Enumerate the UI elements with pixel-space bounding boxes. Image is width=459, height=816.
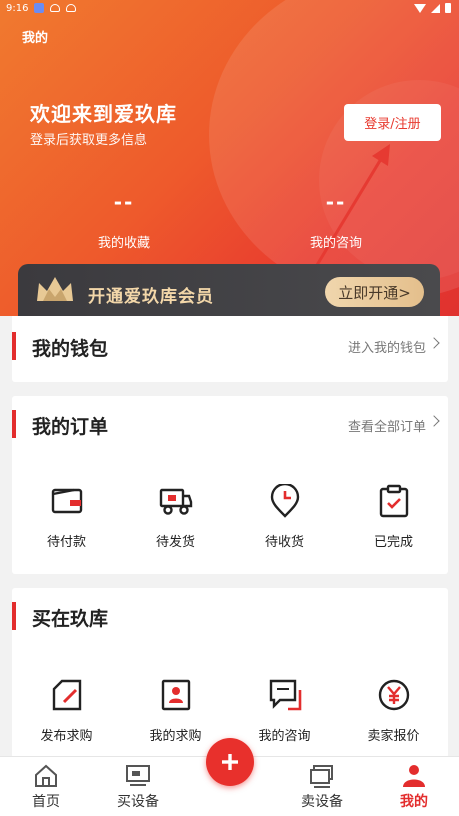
welcome-title: 欢迎来到爱玖库 — [30, 102, 177, 126]
chat-icon — [269, 679, 301, 711]
section-marker — [12, 332, 16, 360]
order-pending-payment[interactable]: 待付款 — [12, 484, 121, 550]
clock-pin-icon — [270, 484, 299, 518]
login-register-button[interactable]: 登录/注册 — [344, 104, 441, 141]
cloud-icon — [66, 4, 76, 12]
section-marker — [12, 410, 16, 438]
yuan-icon — [378, 679, 409, 711]
status-bar: 9:16 — [0, 0, 459, 18]
orders-title: 我的订单 — [32, 416, 109, 438]
order-pending-receipt[interactable]: 待收货 — [230, 484, 339, 550]
app-notification-icon — [34, 3, 44, 13]
add-button[interactable] — [206, 738, 254, 786]
orders-card: 我的订单 查看全部订单 待付款 待发货 待收货 已完成 — [12, 396, 448, 574]
wallet-card: 我的钱包 进入我的钱包 — [12, 316, 448, 382]
nav-buy-equipment[interactable]: 买设备 — [98, 763, 178, 811]
crown-icon — [37, 277, 73, 301]
buy-section-card: 买在玖库 发布求购 我的求购 我的咨询 卖家报价 — [12, 588, 448, 758]
home-icon — [35, 764, 57, 787]
nav-home[interactable]: 首页 — [6, 763, 86, 811]
welcome-subtitle: 登录后获取更多信息 — [30, 133, 148, 148]
clipboard-check-icon — [379, 484, 408, 518]
nav-sell-equipment[interactable]: 卖设备 — [282, 763, 362, 811]
stat-consultations[interactable]: -- 我的咨询 — [276, 190, 396, 251]
vip-open-button[interactable]: 立即开通> — [325, 277, 424, 307]
buy-grid: 发布求购 我的求购 我的咨询 卖家报价 — [12, 678, 448, 744]
wallet-icon — [51, 488, 82, 514]
truck-icon — [159, 488, 192, 515]
favorites-count: -- — [113, 190, 135, 214]
order-pending-shipment[interactable]: 待发货 — [121, 484, 230, 550]
orders-grid: 待付款 待发货 待收货 已完成 — [12, 484, 448, 550]
my-consultations[interactable]: 我的咨询 — [230, 678, 339, 744]
consultations-label: 我的咨询 — [309, 236, 362, 251]
order-completed[interactable]: 已完成 — [339, 484, 448, 550]
orders-view-all-link[interactable]: 查看全部订单 — [348, 416, 426, 435]
person-icon — [403, 765, 425, 787]
wallet-title: 我的钱包 — [32, 338, 109, 360]
user-doc-icon — [161, 679, 190, 711]
favorites-label: 我的收藏 — [97, 236, 150, 251]
section-marker — [12, 602, 16, 630]
my-purchase-requests[interactable]: 我的求购 — [121, 678, 230, 744]
stat-favorites[interactable]: -- 我的收藏 — [64, 190, 184, 251]
page-title: 我的 — [22, 31, 49, 46]
plus-icon — [222, 754, 238, 770]
consultations-count: -- — [325, 190, 347, 214]
post-purchase-request[interactable]: 发布求购 — [12, 678, 121, 744]
battery-icon — [445, 3, 451, 13]
vip-banner[interactable]: 开通爱玖库会员 立即开通> — [18, 264, 440, 320]
wallet-link[interactable]: 进入我的钱包 — [348, 337, 426, 356]
vip-text: 开通爱玖库会员 — [88, 287, 214, 307]
signal-icon — [431, 3, 440, 13]
stack-icon — [310, 765, 333, 788]
chevron-right-icon[interactable] — [428, 337, 440, 349]
notification-icon — [50, 4, 60, 12]
wifi-icon — [414, 3, 426, 13]
monitor-icon — [126, 765, 150, 786]
seller-quotes[interactable]: 卖家报价 — [339, 678, 448, 744]
chevron-right-icon[interactable] — [428, 415, 440, 427]
buy-section-title: 买在玖库 — [32, 608, 109, 630]
edit-doc-icon — [52, 679, 81, 711]
nav-mine[interactable]: 我的 — [374, 763, 454, 811]
status-time: 9:16 — [6, 3, 29, 14]
